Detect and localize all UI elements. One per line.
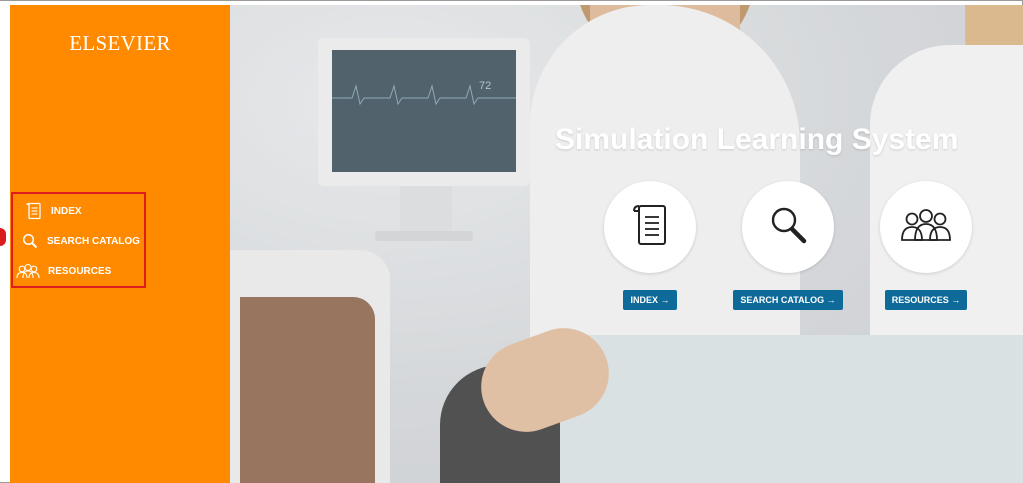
people-icon <box>14 261 42 281</box>
sidebar-item-label: RESOURCES <box>48 265 112 277</box>
sidebar: ELSEVIER INDEX SEARCH CATALOG RESOURCES <box>10 5 230 483</box>
sidebar-item-search-catalog[interactable]: SEARCH CATALOG <box>19 230 140 252</box>
search-catalog-button[interactable]: SEARCH CATALOG → <box>733 290 843 310</box>
magnifier-icon <box>766 203 810 252</box>
magnifier-icon <box>19 231 41 251</box>
sidebar-item-index[interactable]: INDEX <box>23 200 82 222</box>
scroll-icon <box>23 201 45 221</box>
people-icon <box>898 207 954 248</box>
index-tile: INDEX → <box>602 181 698 310</box>
index-button[interactable]: INDEX → <box>623 290 677 310</box>
resources-circle-button[interactable] <box>880 181 972 273</box>
elsevier-logo[interactable]: ELSEVIER <box>10 31 230 56</box>
scroll-icon <box>631 203 669 252</box>
sidebar-item-resources[interactable]: RESOURCES <box>14 260 111 282</box>
resources-tile: RESOURCES → <box>878 181 974 310</box>
hero-banner: 72 Simulation Learning System INDEX → SE… <box>230 5 1023 483</box>
search-catalog-tile: SEARCH CATALOG → <box>733 181 843 310</box>
sidebar-nav-highlight: INDEX SEARCH CATALOG RESOURCES <box>11 192 146 288</box>
sidebar-item-label: INDEX <box>51 205 82 217</box>
resources-button[interactable]: RESOURCES → <box>884 290 968 310</box>
sidebar-item-label: SEARCH CATALOG <box>47 235 140 247</box>
search-catalog-circle-button[interactable] <box>742 181 834 273</box>
index-circle-button[interactable] <box>604 181 696 273</box>
page-title: Simulation Learning System <box>555 123 959 157</box>
